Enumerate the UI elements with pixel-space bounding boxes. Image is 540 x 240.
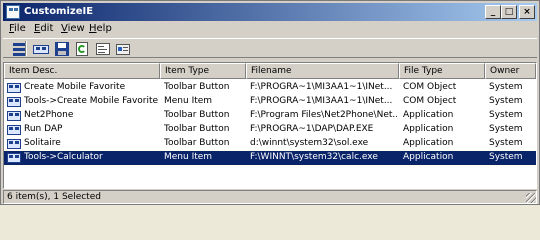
- menu-help[interactable]: Help: [89, 23, 112, 34]
- item-icon: [7, 97, 21, 107]
- close-button[interactable]: ×: [519, 5, 535, 19]
- minimize-button[interactable]: _: [485, 5, 501, 19]
- item-type: Toolbar Button: [164, 110, 230, 120]
- item-filename: F:\PROGRA~1\MI3AA1~1\INet...: [250, 82, 393, 92]
- item-desc: Solitaire: [24, 138, 61, 148]
- item-owner: System: [489, 110, 523, 120]
- item-owner: System: [489, 96, 523, 106]
- column-header-owner[interactable]: Owner: [485, 63, 536, 79]
- item-type: Toolbar Button: [164, 124, 230, 134]
- status-text: 6 item(s), 1 Selected: [3, 190, 537, 204]
- list-item[interactable]: Net2Phone Toolbar Button F:\Program File…: [4, 109, 536, 123]
- list-item[interactable]: Solitaire Toolbar Button d:\winnt\system…: [4, 137, 536, 151]
- item-owner: System: [489, 152, 523, 162]
- item-desc: Run DAP: [24, 124, 63, 134]
- menu-bar: File Edit View Help: [3, 22, 537, 37]
- properties-icon[interactable]: [95, 41, 111, 57]
- item-type: Toolbar Button: [164, 138, 230, 148]
- item-file-type: COM Object: [403, 96, 457, 106]
- item-file-type: Application: [403, 110, 454, 120]
- options-icon[interactable]: [115, 41, 131, 57]
- item-owner: System: [489, 124, 523, 134]
- item-filename: d:\winnt\system32\sol.exe: [250, 138, 369, 148]
- item-desc: Tools->Calculator: [24, 152, 103, 162]
- item-owner: System: [489, 138, 523, 148]
- list-item[interactable]: Create Mobile Favorite Toolbar Button F:…: [4, 81, 536, 95]
- item-icon: [7, 139, 21, 149]
- title-bar[interactable]: CustomizeIE _ □ ×: [3, 3, 537, 21]
- menu-file[interactable]: File: [9, 23, 26, 34]
- item-file-type: Application: [403, 124, 454, 134]
- column-header-file-type[interactable]: File Type: [399, 63, 485, 79]
- item-desc: Net2Phone: [24, 110, 74, 120]
- list-header: Item Desc. Item Type Filename File Type …: [4, 63, 536, 79]
- list-item-selected[interactable]: Tools->Calculator Menu Item F:\WINNT\sys…: [4, 150, 536, 166]
- item-file-type: COM Object: [403, 82, 457, 92]
- column-header-item-type[interactable]: Item Type: [160, 63, 246, 79]
- resize-grip-icon[interactable]: [526, 193, 536, 203]
- item-icon: [7, 111, 21, 121]
- item-filename: F:\WINNT\system32\calc.exe: [250, 152, 378, 162]
- item-type: Menu Item: [164, 152, 213, 162]
- item-desc: Tools->Create Mobile Favorite...: [24, 96, 158, 106]
- app-window: CustomizeIE _ □ × File Edit View Help It…: [0, 0, 540, 205]
- ieblock-icon[interactable]: [33, 41, 49, 57]
- item-file-type: Application: [403, 152, 454, 162]
- list-item[interactable]: Tools->Create Mobile Favorite... Menu It…: [4, 95, 536, 109]
- status-bar: 6 item(s), 1 Selected: [3, 190, 537, 204]
- item-desc: Create Mobile Favorite: [24, 82, 126, 92]
- menu-view[interactable]: View: [61, 23, 85, 34]
- items-list[interactable]: Item Desc. Item Type Filename File Type …: [3, 62, 537, 189]
- item-type: Menu Item: [164, 96, 213, 106]
- item-icon: [7, 83, 21, 93]
- item-icon: [7, 125, 21, 135]
- menu-edit[interactable]: Edit: [34, 23, 53, 34]
- item-filename: F:\PROGRA~1\DAP\DAP.EXE: [250, 124, 374, 134]
- list-item[interactable]: Run DAP Toolbar Button F:\PROGRA~1\DAP\D…: [4, 123, 536, 137]
- maximize-button[interactable]: □: [501, 5, 517, 19]
- column-header-filename[interactable]: Filename: [246, 63, 399, 79]
- item-filename: F:\PROGRA~1\MI3AA1~1\INet...: [250, 96, 393, 106]
- refresh-icon[interactable]: [74, 41, 90, 57]
- window-title: CustomizeIE: [24, 6, 94, 17]
- app-icon[interactable]: [6, 5, 20, 19]
- save-icon[interactable]: [54, 41, 70, 57]
- item-icon: [7, 153, 21, 163]
- toolbar: [3, 38, 537, 58]
- column-header-item-desc[interactable]: Item Desc.: [4, 63, 160, 79]
- item-filename: F:\Program Files\Net2Phone\Net...: [250, 110, 397, 120]
- item-file-type: Application: [403, 138, 454, 148]
- toolbar-separator: [25, 41, 27, 56]
- item-owner: System: [489, 82, 523, 92]
- item-type: Toolbar Button: [164, 82, 230, 92]
